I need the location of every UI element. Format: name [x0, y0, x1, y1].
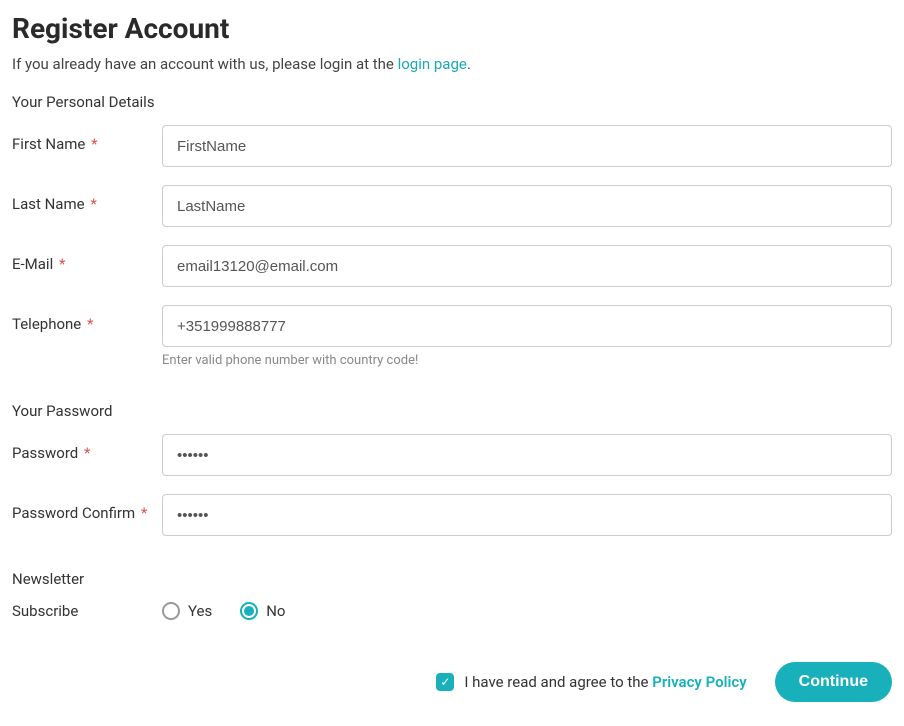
first-name-input[interactable] — [162, 125, 892, 167]
label-last-name: Last Name * — [12, 185, 162, 215]
section-newsletter: Newsletter — [12, 570, 892, 588]
label-password-confirm-text: Password Confirm — [12, 504, 135, 522]
login-page-link[interactable]: login page — [398, 55, 467, 73]
password-input[interactable] — [162, 434, 892, 476]
intro-text: If you already have an account with us, … — [12, 55, 892, 73]
required-mark: * — [84, 444, 90, 462]
telephone-help-text: Enter valid phone number with country co… — [162, 353, 892, 368]
label-telephone: Telephone * — [12, 305, 162, 335]
intro-suffix: . — [467, 55, 471, 73]
subscribe-yes-label: Yes — [188, 602, 212, 620]
label-email: E-Mail * — [12, 245, 162, 275]
label-password: Password * — [12, 434, 162, 464]
required-mark: * — [59, 255, 65, 273]
required-mark: * — [141, 504, 147, 522]
agree-text: I have read and agree to the Privacy Pol… — [464, 673, 746, 691]
required-mark: * — [90, 195, 96, 213]
radio-icon-checked — [240, 602, 258, 620]
label-email-text: E-Mail — [12, 255, 53, 273]
label-telephone-text: Telephone — [12, 315, 81, 333]
label-first-name-text: First Name — [12, 135, 85, 153]
section-password: Your Password — [12, 402, 892, 420]
required-mark: * — [87, 315, 93, 333]
privacy-policy-link[interactable]: Privacy Policy — [652, 673, 746, 691]
subscribe-no-label: No — [266, 602, 285, 620]
label-subscribe: Subscribe — [12, 602, 162, 622]
last-name-input[interactable] — [162, 185, 892, 227]
intro-prefix: If you already have an account with us, … — [12, 55, 398, 73]
radio-icon-unchecked — [162, 602, 180, 620]
subscribe-no-option[interactable]: No — [240, 602, 285, 620]
email-input[interactable] — [162, 245, 892, 287]
continue-button[interactable]: Continue — [775, 662, 892, 702]
agree-checkbox[interactable]: ✓ — [436, 673, 454, 691]
section-personal-details: Your Personal Details — [12, 93, 892, 111]
password-confirm-input[interactable] — [162, 494, 892, 536]
label-password-text: Password — [12, 444, 78, 462]
telephone-input[interactable] — [162, 305, 892, 347]
label-password-confirm: Password Confirm * — [12, 494, 162, 524]
required-mark: * — [91, 135, 97, 153]
agree-prefix: I have read and agree to the — [464, 673, 652, 691]
subscribe-yes-option[interactable]: Yes — [162, 602, 212, 620]
label-last-name-text: Last Name — [12, 195, 85, 213]
label-first-name: First Name * — [12, 125, 162, 155]
check-icon: ✓ — [440, 675, 450, 689]
page-title: Register Account — [12, 12, 892, 45]
